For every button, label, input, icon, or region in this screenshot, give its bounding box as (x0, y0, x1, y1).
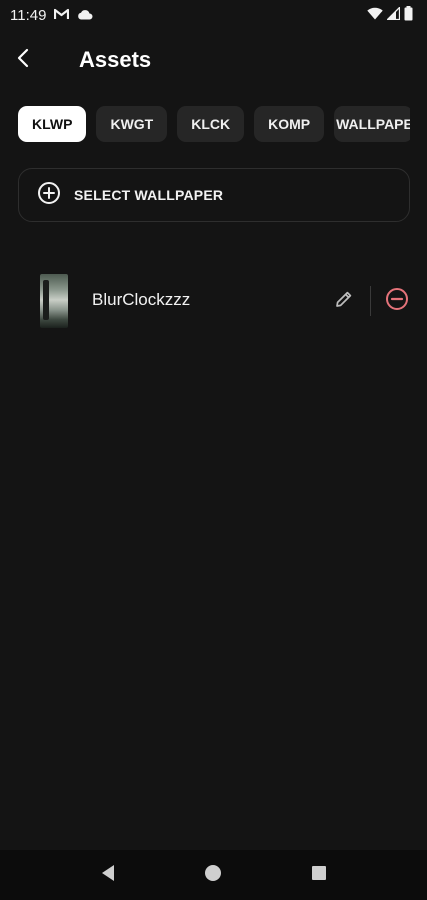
page-title: Assets (79, 47, 152, 72)
back-triangle-icon (100, 864, 116, 887)
select-wallpaper-button[interactable]: SELECT WALLPAPER (18, 168, 410, 222)
remove-icon (385, 287, 409, 316)
status-bar: 11:49 (0, 0, 427, 30)
back-button[interactable] (16, 38, 64, 82)
asset-name: BlurClockzzz (92, 290, 191, 309)
edit-button[interactable] (332, 289, 356, 313)
list-item[interactable]: BlurClockzzz (0, 268, 427, 334)
remove-button[interactable] (385, 287, 409, 316)
status-left: 11:49 (10, 7, 93, 24)
action-divider (370, 286, 371, 316)
battery-icon (404, 5, 413, 25)
nav-home-button[interactable] (193, 855, 233, 895)
cloud-icon (77, 7, 93, 24)
add-circle-icon (37, 181, 61, 210)
nav-back-button[interactable] (88, 855, 128, 895)
gmail-icon (54, 7, 70, 24)
status-right (367, 5, 413, 25)
app-bar: Assets (0, 38, 427, 82)
tab-klck[interactable]: KLCK (177, 106, 245, 142)
chevron-left-icon (16, 48, 30, 73)
tab-komp[interactable]: KOMP (254, 106, 325, 142)
status-time: 11:49 (10, 6, 47, 24)
tab-kwgt[interactable]: KWGT (96, 106, 168, 142)
select-wallpaper-label: SELECT WALLPAPER (74, 187, 224, 203)
signal-icon (385, 5, 401, 24)
asset-thumbnail (40, 274, 68, 328)
edit-icon (334, 289, 354, 314)
nav-recents-button[interactable] (299, 855, 339, 895)
home-circle-icon (204, 864, 222, 887)
tab-wallpaper[interactable]: WALLPAPE (334, 106, 410, 142)
wifi-icon (367, 7, 383, 24)
category-tabs: KLWP KWGT KLCK KOMP WALLPAPE (18, 106, 410, 142)
tab-klwp[interactable]: KLWP (18, 106, 87, 142)
system-nav-bar (0, 850, 427, 900)
recents-square-icon (311, 865, 327, 886)
